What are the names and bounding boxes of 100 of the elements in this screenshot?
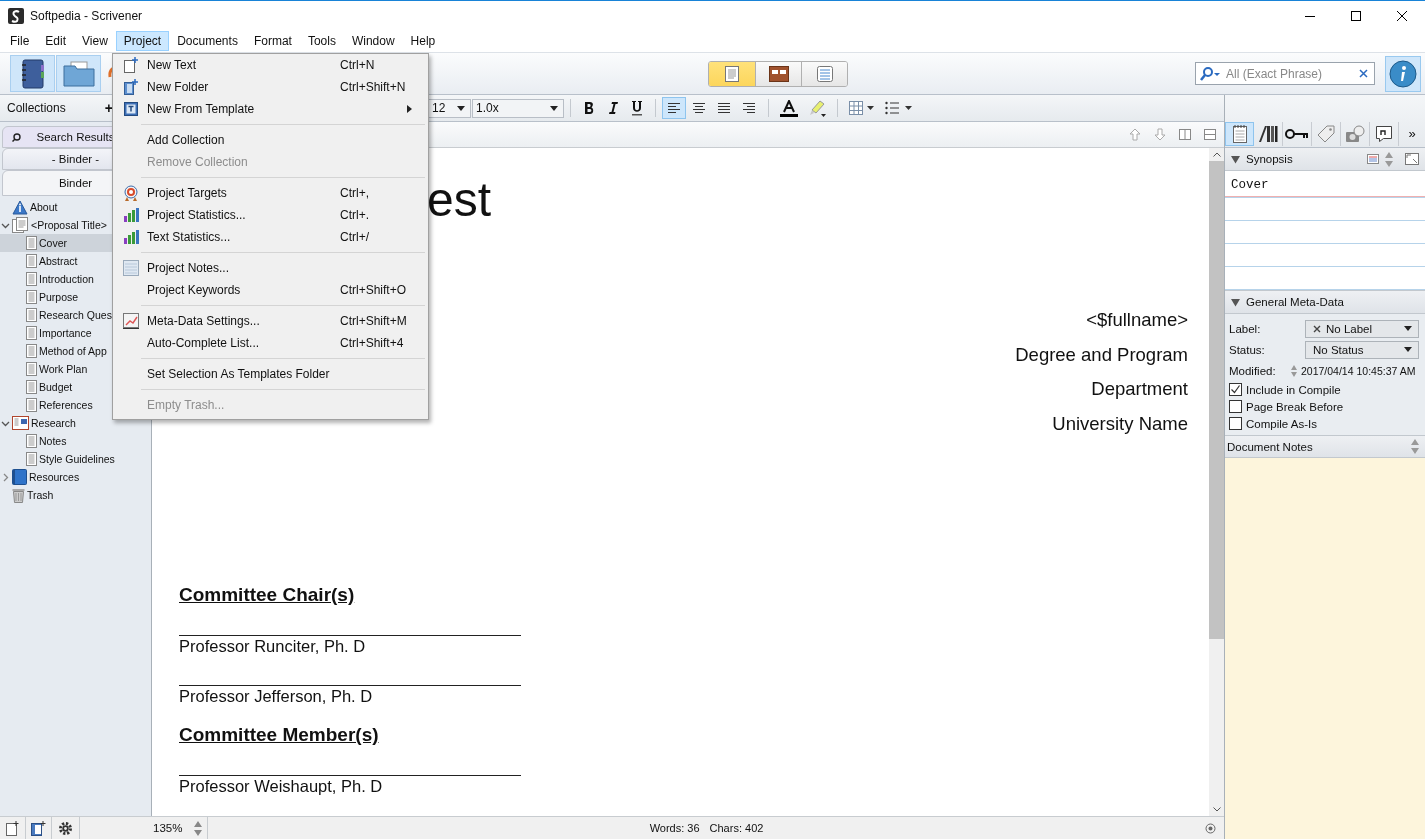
document-icon bbox=[26, 290, 37, 304]
binder-item[interactable]: Style Guidelines bbox=[0, 450, 151, 468]
menu-entry[interactable]: Meta-Data Settings... Ctrl+Shift+M bbox=[113, 310, 428, 332]
field-label: Modified: bbox=[1229, 364, 1277, 377]
caret-icon bbox=[550, 105, 558, 111]
target-icon bbox=[123, 185, 139, 201]
inspector-button[interactable] bbox=[1385, 55, 1421, 92]
document-icon bbox=[26, 254, 37, 268]
stepper-icon[interactable] bbox=[194, 820, 202, 836]
caret-icon bbox=[1404, 347, 1412, 352]
section-title: General Meta-Data bbox=[1246, 296, 1344, 308]
document-icon bbox=[724, 65, 740, 82]
underline-icon[interactable] bbox=[630, 100, 644, 116]
binder-item[interactable]: Trash bbox=[0, 486, 151, 504]
document-icon bbox=[26, 452, 37, 466]
split-vertical-icon[interactable] bbox=[1179, 129, 1191, 140]
add-collection-button[interactable]: + bbox=[104, 100, 113, 116]
folder-plus-icon bbox=[123, 79, 139, 95]
menu-entry[interactable]: New Folder Ctrl+Shift+N bbox=[113, 76, 428, 98]
split-horizontal-icon[interactable] bbox=[1204, 129, 1216, 140]
corkboard-view-button[interactable] bbox=[755, 61, 801, 86]
search-field[interactable]: All (Exact Phrase) bbox=[1195, 62, 1375, 85]
binder-item[interactable]: Research bbox=[0, 414, 151, 432]
collections-button[interactable] bbox=[56, 55, 101, 92]
menu-entry[interactable]: Auto-Complete List... Ctrl+Shift+4 bbox=[113, 332, 428, 354]
menu-item[interactable]: Window bbox=[343, 31, 403, 51]
research-folder-icon bbox=[12, 416, 29, 430]
chart-sheet-icon bbox=[123, 313, 139, 329]
folder-icon bbox=[62, 60, 95, 87]
menu-item[interactable]: Edit bbox=[37, 31, 75, 51]
binder-button[interactable] bbox=[10, 55, 55, 92]
menu-entry[interactable]: Project Keywords Ctrl+Shift+O bbox=[113, 279, 428, 301]
menu-item[interactable]: Tools bbox=[299, 31, 344, 51]
info-icon bbox=[12, 199, 28, 215]
list-icon[interactable] bbox=[885, 101, 913, 115]
align-left-icon[interactable] bbox=[662, 97, 686, 119]
clear-icon[interactable] bbox=[1359, 69, 1368, 78]
binder-item[interactable]: Notes bbox=[0, 432, 151, 450]
char-count: Chars: 402 bbox=[709, 822, 764, 834]
document-plus-icon bbox=[123, 57, 139, 73]
checkbox-label: Include in Compile bbox=[1246, 383, 1341, 396]
search-icon[interactable] bbox=[1199, 67, 1221, 81]
document-icon bbox=[26, 434, 37, 448]
corkboard-icon bbox=[768, 65, 789, 82]
trash-icon bbox=[12, 487, 25, 503]
modified-date: 2017/04/14 10:45:37 AM bbox=[1301, 364, 1416, 377]
signatory-name: Professor Jefferson, Ph. D bbox=[179, 686, 374, 706]
document-icon bbox=[26, 326, 37, 340]
book-icon bbox=[12, 469, 27, 485]
signatory-name: Professor Weishaupt, Ph. D bbox=[179, 776, 384, 796]
lined-paper-icon[interactable] bbox=[1367, 154, 1379, 164]
label-dropdown[interactable]: No Label bbox=[1305, 319, 1419, 338]
menu-entry[interactable]: Project Statistics... Ctrl+. bbox=[113, 204, 428, 226]
scroll-down-icon[interactable] bbox=[1212, 807, 1221, 812]
target-icon[interactable] bbox=[1205, 822, 1216, 834]
line-spacing-dropdown[interactable]: 1.0x bbox=[472, 98, 564, 118]
collapse-triangle-icon[interactable] bbox=[1231, 154, 1240, 164]
status-dropdown[interactable]: No Status bbox=[1305, 340, 1419, 359]
app-logo-icon bbox=[8, 7, 24, 24]
notepad-icon[interactable] bbox=[1225, 122, 1254, 146]
menu-item[interactable]: Documents bbox=[169, 31, 246, 51]
checkbox[interactable] bbox=[1229, 383, 1242, 396]
menu-entry[interactable]: New Text Ctrl+N bbox=[113, 54, 428, 76]
table-icon[interactable] bbox=[849, 101, 875, 115]
bar-chart-icon bbox=[123, 229, 139, 245]
font-size-dropdown[interactable]: 12 bbox=[428, 98, 471, 118]
collections-label: Collections bbox=[7, 101, 66, 115]
checkbox-label: Page Break Before bbox=[1246, 400, 1344, 413]
image-placeholder-icon[interactable] bbox=[1405, 153, 1419, 165]
scroll-up-icon[interactable] bbox=[1212, 152, 1221, 157]
document-icon bbox=[26, 236, 37, 250]
scrivenings-view-button[interactable] bbox=[709, 61, 755, 86]
outliner-view-button[interactable] bbox=[801, 61, 847, 86]
address-line: <$fullname> bbox=[1086, 308, 1188, 332]
checkbox[interactable] bbox=[1229, 400, 1242, 413]
bold-icon[interactable] bbox=[582, 101, 596, 115]
menu-entry[interactable]: Project Notes... bbox=[113, 257, 428, 279]
menu-item[interactable]: Format bbox=[245, 31, 300, 51]
menu-item[interactable]: Help bbox=[402, 31, 444, 51]
section-title: Document Notes bbox=[1227, 440, 1313, 453]
caret-icon bbox=[1404, 326, 1412, 331]
collapse-triangle-icon[interactable] bbox=[1231, 297, 1240, 307]
menu-item[interactable]: File bbox=[2, 31, 38, 51]
key-icon[interactable] bbox=[1283, 122, 1312, 146]
menu-entry[interactable]: New From Template bbox=[113, 98, 428, 120]
bar-chart-icon bbox=[123, 207, 139, 223]
document-icon bbox=[26, 398, 37, 412]
checkbox[interactable] bbox=[1229, 417, 1242, 430]
template-icon bbox=[124, 102, 138, 116]
section-title: Synopsis bbox=[1246, 153, 1293, 165]
chevron-right-icon[interactable] bbox=[1, 472, 10, 482]
menu-item[interactable]: Project bbox=[115, 31, 170, 51]
menu-item[interactable]: View bbox=[74, 31, 116, 51]
italic-icon[interactable] bbox=[606, 101, 620, 115]
folder-document-icon bbox=[12, 217, 29, 233]
binder-item[interactable]: Resources bbox=[0, 468, 151, 486]
more-tabs-button[interactable]: » bbox=[1399, 122, 1425, 146]
text-color-icon[interactable] bbox=[780, 99, 798, 117]
synopsis-card[interactable]: Cover bbox=[1225, 171, 1425, 291]
highlighter-icon[interactable] bbox=[808, 99, 826, 117]
